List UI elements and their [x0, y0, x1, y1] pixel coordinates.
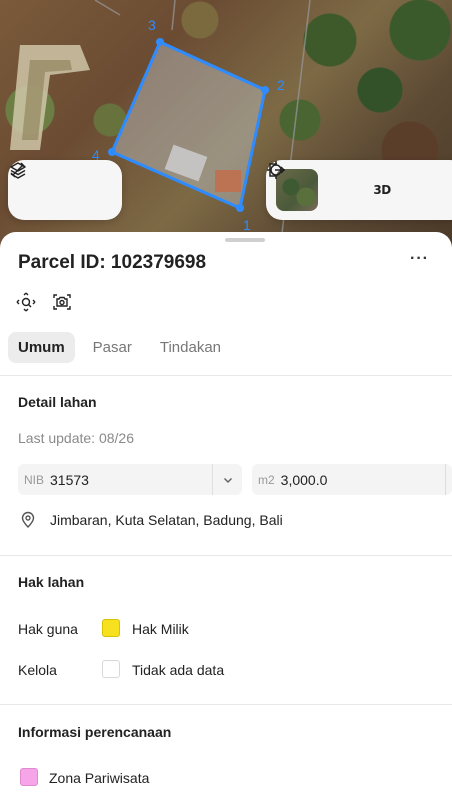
- planning-section-title: Informasi perencanaan: [18, 724, 172, 740]
- rights-section-title: Hak lahan: [18, 574, 85, 590]
- share-icon[interactable]: [269, 163, 432, 202]
- hak-guna-label: Hak guna: [18, 621, 78, 637]
- drag-handle[interactable]: [225, 238, 265, 242]
- satellite-map[interactable]: 1 2 3 4 3D: [0, 0, 452, 250]
- crosshair-icon[interactable]: [267, 161, 356, 202]
- tab-tindakan[interactable]: Tindakan: [150, 332, 231, 363]
- view-3d-button[interactable]: 3D: [370, 178, 394, 202]
- area-label: m2: [258, 472, 275, 487]
- location-pin-icon: [18, 510, 38, 530]
- nib-label: NIB: [24, 472, 45, 487]
- area-value: 3,000.0: [280, 471, 328, 488]
- page-title: Parcel ID: 102379698: [18, 252, 207, 273]
- kelola-value: Tidak ada data: [132, 662, 225, 678]
- nib-value: 31573: [50, 471, 89, 488]
- divider: [0, 555, 452, 556]
- field-separator: [445, 464, 446, 495]
- kelola-swatch: [102, 660, 120, 678]
- vertex-label-1: 1: [243, 217, 251, 233]
- tab-umum[interactable]: Umum: [8, 332, 75, 363]
- vertex-label-3: 3: [148, 17, 156, 33]
- area-field: m2 3,000.0: [252, 464, 452, 495]
- hak-guna-swatch: [102, 619, 120, 637]
- last-update-text: Last update: 08/26: [18, 430, 134, 446]
- tab-pasar[interactable]: Pasar: [83, 332, 142, 363]
- camera-icon[interactable]: [52, 292, 72, 312]
- detail-section-title: Detail lahan: [18, 394, 97, 410]
- hak-guna-value: Hak Milik: [132, 621, 189, 637]
- zone-value: Zona Pariwisata: [49, 770, 150, 786]
- zone-swatch: [20, 768, 38, 786]
- layers-icon[interactable]: [10, 162, 48, 202]
- divider: [0, 704, 452, 705]
- location-text: Jimbaran, Kuta Selatan, Badung, Bali: [50, 512, 283, 528]
- parcel-detail-sheet: Parcel ID: 102379698 ··· Umum Pasar Tind…: [0, 232, 452, 804]
- parcel-outline: [110, 40, 267, 211]
- zoom-to-icon[interactable]: [16, 292, 36, 312]
- vertex-label-2: 2: [277, 77, 285, 93]
- divider: [0, 375, 452, 376]
- map-view-panel: 3D: [266, 160, 452, 220]
- tab-bar: Umum Pasar Tindakan: [8, 332, 231, 363]
- nib-select[interactable]: NIB 31573: [18, 464, 242, 495]
- chevron-down-icon[interactable]: [212, 464, 242, 495]
- map-tools-panel: [8, 160, 122, 220]
- measure-icon[interactable]: [10, 162, 102, 202]
- kelola-label: Kelola: [18, 662, 57, 678]
- location-row: Jimbaran, Kuta Selatan, Badung, Bali: [18, 510, 283, 530]
- more-options-button[interactable]: ···: [410, 250, 429, 268]
- parcel-tools: [16, 292, 72, 312]
